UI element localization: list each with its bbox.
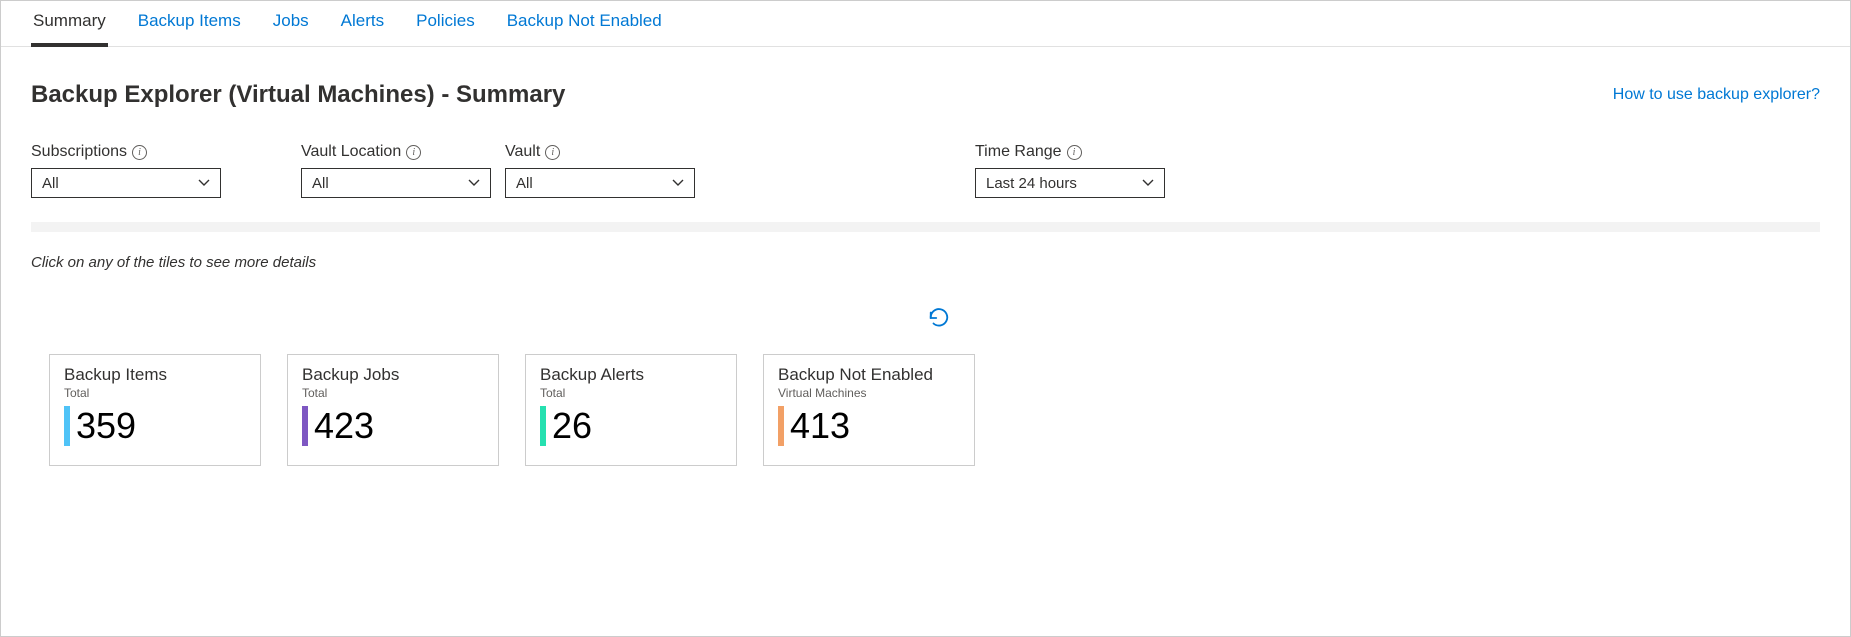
info-icon[interactable]: i bbox=[1067, 145, 1082, 160]
tiles-row: Backup Items Total 359 Backup Jobs Total… bbox=[31, 354, 1820, 466]
tile-subtitle: Total bbox=[64, 386, 246, 400]
info-icon[interactable]: i bbox=[406, 145, 421, 160]
tile-value: 359 bbox=[76, 408, 136, 444]
vault-location-value: All bbox=[312, 175, 329, 192]
tile-value: 413 bbox=[790, 408, 850, 444]
filters-row: Subscriptions i All Vault Location i All bbox=[31, 143, 1820, 198]
subscriptions-label-text: Subscriptions bbox=[31, 143, 127, 161]
tile-title: Backup Jobs bbox=[302, 365, 484, 385]
help-link[interactable]: How to use backup explorer? bbox=[1613, 86, 1820, 104]
hint-text: Click on any of the tiles to see more de… bbox=[31, 254, 1820, 271]
tile-subtitle: Total bbox=[302, 386, 484, 400]
filter-label-vault-location: Vault Location i bbox=[301, 143, 491, 161]
tab-alerts[interactable]: Alerts bbox=[339, 1, 386, 47]
tile-backup-items[interactable]: Backup Items Total 359 bbox=[49, 354, 261, 466]
tile-accent-bar bbox=[540, 406, 546, 446]
vault-value: All bbox=[516, 175, 533, 192]
tile-backup-jobs[interactable]: Backup Jobs Total 423 bbox=[287, 354, 499, 466]
tab-backup-items[interactable]: Backup Items bbox=[136, 1, 243, 47]
tabs-row: Summary Backup Items Jobs Alerts Policie… bbox=[1, 1, 1850, 47]
subscriptions-dropdown[interactable]: All bbox=[31, 168, 221, 198]
chevron-down-icon bbox=[1142, 177, 1154, 189]
time-range-label-text: Time Range bbox=[975, 143, 1062, 161]
tile-title: Backup Alerts bbox=[540, 365, 722, 385]
filter-label-time-range: Time Range i bbox=[975, 143, 1165, 161]
tile-accent-bar bbox=[778, 406, 784, 446]
chevron-down-icon bbox=[198, 177, 210, 189]
vault-location-dropdown[interactable]: All bbox=[301, 168, 491, 198]
filter-label-subscriptions: Subscriptions i bbox=[31, 143, 221, 161]
info-icon[interactable]: i bbox=[545, 145, 560, 160]
divider bbox=[31, 222, 1820, 232]
tile-title: Backup Items bbox=[64, 365, 246, 385]
tab-policies[interactable]: Policies bbox=[414, 1, 477, 47]
subscriptions-value: All bbox=[42, 175, 59, 192]
tab-summary[interactable]: Summary bbox=[31, 1, 108, 47]
tile-backup-not-enabled[interactable]: Backup Not Enabled Virtual Machines 413 bbox=[763, 354, 975, 466]
time-range-dropdown[interactable]: Last 24 hours bbox=[975, 168, 1165, 198]
time-range-value: Last 24 hours bbox=[986, 175, 1077, 192]
tile-backup-alerts[interactable]: Backup Alerts Total 26 bbox=[525, 354, 737, 466]
tile-title: Backup Not Enabled bbox=[778, 365, 960, 385]
vault-location-label-text: Vault Location bbox=[301, 143, 401, 161]
refresh-icon[interactable] bbox=[928, 307, 950, 332]
vault-label-text: Vault bbox=[505, 143, 540, 161]
filter-label-vault: Vault i bbox=[505, 143, 695, 161]
chevron-down-icon bbox=[672, 177, 684, 189]
tab-backup-not-enabled[interactable]: Backup Not Enabled bbox=[505, 1, 664, 47]
info-icon[interactable]: i bbox=[132, 145, 147, 160]
tile-value: 423 bbox=[314, 408, 374, 444]
tile-accent-bar bbox=[302, 406, 308, 446]
vault-dropdown[interactable]: All bbox=[505, 168, 695, 198]
tile-value: 26 bbox=[552, 408, 592, 444]
tile-subtitle: Virtual Machines bbox=[778, 386, 960, 400]
tile-accent-bar bbox=[64, 406, 70, 446]
tab-jobs[interactable]: Jobs bbox=[271, 1, 311, 47]
chevron-down-icon bbox=[468, 177, 480, 189]
tile-subtitle: Total bbox=[540, 386, 722, 400]
page-title: Backup Explorer (Virtual Machines) - Sum… bbox=[31, 81, 565, 109]
